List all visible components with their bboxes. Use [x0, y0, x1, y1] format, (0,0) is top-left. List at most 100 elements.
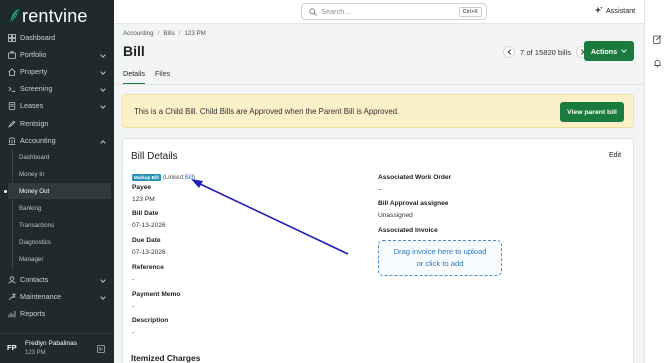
chevron-down-icon: [100, 102, 106, 111]
chevron-up-icon: [100, 137, 106, 146]
active-indicator: [4, 190, 7, 193]
sidebar-subitem-banking[interactable]: Banking: [8, 200, 111, 216]
linked-suffix: ): [193, 174, 196, 181]
sidebar-item-label: Portfolio: [20, 50, 47, 59]
dropzone-line1: Drag invoice here to upload: [393, 247, 487, 256]
accounting-icon: [8, 136, 16, 145]
breadcrumb-accounting[interactable]: Accounting: [123, 30, 154, 37]
sidebar-subitem-label: Money Out: [19, 187, 50, 195]
user-profile[interactable]: FP Fredlyn Pabalinas 123 PM: [0, 333, 114, 363]
search-shortcut: Ctrl+K: [458, 7, 482, 17]
sidebar-item-label: Reports: [20, 309, 46, 318]
chevron-down-icon: [100, 293, 106, 302]
chevron-down-icon: [100, 85, 106, 94]
actions-button[interactable]: Actions: [584, 41, 634, 61]
user-name: Fredlyn Pabalinas: [25, 340, 78, 347]
sidebar-subitem-transactions[interactable]: Transactions: [8, 217, 111, 233]
sidebar-item-portfolio[interactable]: Portfolio: [0, 46, 114, 63]
leases-icon: [8, 101, 16, 110]
user-subtitle: 123 PM: [25, 350, 46, 356]
contacts-icon: [8, 275, 16, 284]
bill-details-card: Bill Details Edit Markup Bill (Linked: B…: [122, 138, 634, 363]
tab-bar: Details Files: [123, 69, 170, 85]
rentvine-leaf-icon: [9, 9, 19, 24]
reports-icon: [8, 310, 16, 318]
sidebar-item-label: Dashboard: [20, 33, 56, 42]
dropzone-line2: or click to add: [416, 259, 464, 268]
linked-bill-link[interactable]: Bill: [185, 174, 193, 181]
due-date-label: Due Date: [132, 237, 161, 244]
rentvine-logo[interactable]: rentvine: [9, 6, 88, 26]
sparkle-icon: [594, 6, 603, 14]
sidebar-item-contacts[interactable]: Contacts: [0, 271, 114, 288]
sidebar-item-reports[interactable]: Reports: [0, 305, 114, 322]
breadcrumb-current: 123 PM: [184, 30, 206, 37]
payee-label: Payee: [132, 184, 152, 191]
sidebar-subitem-dashboard[interactable]: Dashboard: [8, 149, 111, 165]
alert-message: This is a Child Bill. Child Bills are Ap…: [134, 107, 400, 116]
record-pager: 7 of 15820 bills: [503, 46, 589, 58]
breadcrumb: Accounting / Bills / 123 PM: [123, 30, 206, 37]
assistant-button[interactable]: Assistant: [594, 6, 635, 15]
card-title: Bill Details: [131, 151, 178, 162]
sidebar-item-maintenance[interactable]: Maintenance: [0, 288, 114, 305]
sidebar-item-accounting[interactable]: Accounting: [0, 132, 114, 149]
sidebar-item-label: Accounting: [20, 136, 56, 145]
sidebar-item-screening[interactable]: Screening: [0, 80, 114, 97]
brand-name: rentvine: [22, 5, 88, 26]
breadcrumb-separator: /: [157, 30, 160, 37]
sidebar: rentvine Dashboard Portfolio Property Scree…: [0, 0, 114, 363]
rentsign-icon: [8, 120, 16, 128]
markup-bill-badge: Markup Bill: [132, 174, 161, 181]
bill-date-value: 07-13-2026: [132, 222, 166, 229]
bill-date-label: Bill Date: [132, 210, 159, 217]
portfolio-icon: [8, 50, 16, 59]
payment-memo-label: Payment Memo: [132, 291, 181, 298]
view-parent-bill-button[interactable]: View parent bill: [560, 102, 624, 122]
reference-label: Reference: [132, 264, 164, 271]
sidebar-item-label: Screening: [20, 84, 53, 93]
tab-details[interactable]: Details: [123, 69, 145, 85]
sidebar-subitem-label: Transactions: [19, 221, 55, 229]
work-order-label: Associated Work Order: [378, 174, 452, 181]
sidebar-item-dashboard[interactable]: Dashboard: [0, 29, 114, 46]
sidebar-item-label: Maintenance: [20, 292, 62, 301]
sidebar-item-leases[interactable]: Leases: [0, 97, 114, 114]
sidebar-subitem-money-out[interactable]: Money Out: [4, 183, 111, 199]
sidebar-item-rentsign[interactable]: Rentsign: [0, 115, 114, 132]
chevron-down-icon: [100, 276, 106, 285]
sidebar-item-label: Property: [20, 67, 48, 76]
sidebar-subitem-manager[interactable]: Manager: [8, 251, 111, 267]
sidebar-subitem-diagnostics[interactable]: Diagnostics: [8, 234, 111, 250]
bell-icon[interactable]: [653, 59, 662, 68]
right-rail: [644, 0, 670, 363]
payment-memo-value: -: [132, 303, 135, 310]
page-title: Bill: [123, 43, 145, 59]
search-input[interactable]: Search... Ctrl+K: [301, 3, 487, 20]
associated-invoice-label: Associated Invoice: [378, 227, 438, 234]
property-icon: [8, 67, 16, 76]
tab-files[interactable]: Files: [155, 69, 170, 85]
previous-button[interactable]: [503, 46, 515, 58]
sidebar-subitem-label: Manager: [19, 255, 44, 263]
breadcrumb-bills[interactable]: Bills: [163, 30, 174, 37]
sidebar-item-label: Rentsign: [20, 119, 49, 128]
search-placeholder: Search...: [321, 7, 351, 16]
logout-icon[interactable]: [97, 345, 105, 353]
chevron-left-icon: [506, 49, 511, 55]
reference-value: -: [132, 276, 135, 283]
sidebar-item-property[interactable]: Property: [0, 63, 114, 80]
linked-prefix: (Linked:: [162, 174, 185, 181]
screening-icon: [8, 85, 16, 93]
breadcrumb-separator: /: [178, 30, 181, 37]
edit-button[interactable]: Edit: [609, 152, 621, 159]
edit-note-icon[interactable]: [653, 35, 662, 44]
child-bill-alert: This is a Child Bill. Child Bills are Ap…: [122, 94, 634, 128]
tab-divider: [114, 84, 644, 85]
invoice-dropzone[interactable]: Drag invoice here to upload or click to …: [378, 240, 502, 276]
markup-bill-row: Markup Bill (Linked: Bill): [132, 174, 195, 181]
main-content: Accounting / Bills / 123 PM Bill 7 of 15…: [114, 24, 644, 363]
itemized-charges-heading: Itemized Charges: [131, 353, 201, 363]
maintenance-icon: [8, 293, 16, 301]
sidebar-subitem-money-in[interactable]: Money In: [8, 166, 111, 182]
